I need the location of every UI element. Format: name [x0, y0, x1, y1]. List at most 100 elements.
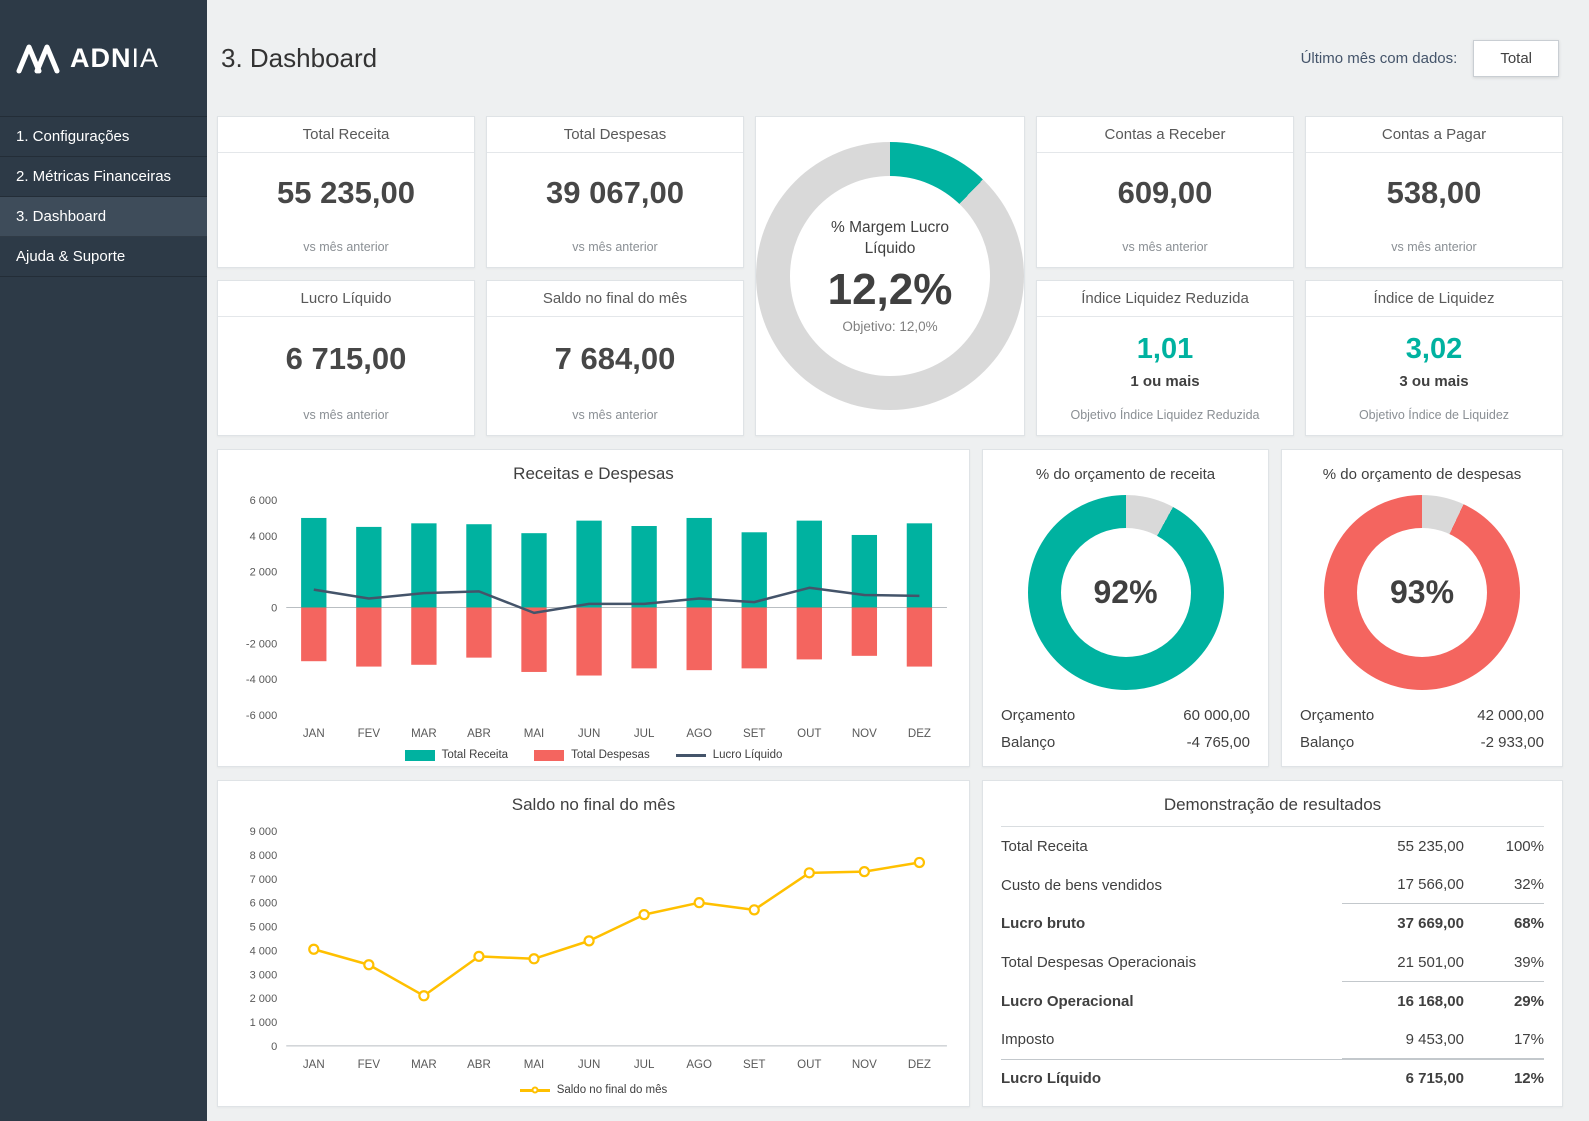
svg-text:NOV: NOV: [852, 728, 877, 740]
saldo_final_mes-svg: 9 0008 0007 0006 0005 0004 0003 0002 000…: [226, 819, 961, 1076]
svg-text:MAR: MAR: [411, 728, 437, 740]
svg-text:NOV: NOV: [852, 1059, 877, 1071]
gauge-objective: Objetivo: 12,0%: [842, 319, 937, 334]
svg-text:DEZ: DEZ: [908, 728, 931, 740]
svg-text:8 000: 8 000: [250, 850, 278, 862]
middle-row: Receitas e Despesas 6 0004 0002 0000-2 0…: [217, 449, 1563, 767]
income-row: Total Despesas Operacionais21 501,0039%: [1001, 944, 1544, 982]
income-row-label: Total Despesas Operacionais: [1001, 944, 1342, 982]
svg-text:DEZ: DEZ: [908, 1059, 931, 1071]
topbar: 3. Dashboard Último mês com dados: Total: [217, 0, 1563, 116]
kpi-card-contas-a-receber: Contas a Receber 609,00 vs mês anterior: [1036, 116, 1294, 268]
period-selector-button[interactable]: Total: [1473, 40, 1559, 77]
main-content: 3. Dashboard Último mês com dados: Total…: [207, 0, 1589, 1121]
legend-label: Total Despesas: [571, 749, 650, 761]
donut-row-balanco: Balanço -2 933,00: [1298, 729, 1546, 756]
svg-text:2 000: 2 000: [250, 567, 278, 579]
svg-text:-4 000: -4 000: [246, 674, 277, 686]
adnia-logo-text: ADNIA: [70, 43, 159, 74]
adnia-logo: ADNIA: [0, 0, 207, 116]
sidebar-item-ajuda-suporte[interactable]: Ajuda & Suporte: [0, 237, 207, 277]
receitas-despesas-chart: 6 0004 0002 0000-2 000-4 000-6 000JANFEV…: [226, 488, 961, 771]
donut-row-label: Orçamento: [1001, 707, 1075, 724]
logo-text-bold: ADN: [70, 43, 132, 73]
income-row-label: Lucro Líquido: [1001, 1060, 1342, 1097]
income-row: Custo de bens vendidos17 566,0032%: [1001, 866, 1544, 904]
kpi-subtitle: vs mês anterior: [1037, 232, 1293, 267]
income-statement-title: Demonstração de resultados: [1001, 783, 1544, 827]
sidebar-item-metricas-financeiras[interactable]: 2. Métricas Financeiras: [0, 157, 207, 197]
svg-text:ABR: ABR: [467, 728, 491, 740]
svg-text:ABR: ABR: [467, 1059, 491, 1071]
kpi-title: Total Despesas: [487, 117, 743, 153]
svg-text:1 000: 1 000: [250, 1017, 278, 1029]
donut-row-label: Balanço: [1001, 734, 1055, 751]
income-row: Lucro Líquido6 715,0012%: [1001, 1059, 1544, 1097]
svg-text:AGO: AGO: [686, 1059, 712, 1071]
kpi-card-total-despesas: Total Despesas 39 067,00 vs mês anterior: [486, 116, 744, 268]
income-row-label: Total Receita: [1001, 828, 1342, 866]
svg-text:JUN: JUN: [578, 728, 600, 740]
income-row-label: Imposto: [1001, 1021, 1342, 1059]
income-row-pct: 12%: [1464, 1060, 1544, 1097]
sidebar-item-configuracoes[interactable]: 1. Configurações: [0, 116, 207, 157]
page-title: 3. Dashboard: [221, 43, 377, 74]
svg-text:MAR: MAR: [411, 1059, 437, 1071]
income-row-label: Custo de bens vendidos: [1001, 866, 1342, 904]
kpi-subtitle: vs mês anterior: [218, 232, 474, 267]
svg-text:0: 0: [271, 1041, 277, 1053]
kpi-title: Índice Liquidez Reduzida: [1037, 281, 1293, 317]
kpi-subtitle: vs mês anterior: [218, 400, 474, 435]
sidebar-item-dashboard[interactable]: 3. Dashboard: [0, 197, 207, 237]
svg-text:6 000: 6 000: [250, 495, 278, 507]
kpi-target: 1 ou mais: [1037, 373, 1293, 390]
income-row-value: 6 715,00: [1342, 1060, 1464, 1097]
kpi-subtitle: vs mês anterior: [487, 232, 743, 267]
income-row-value: 16 168,00: [1342, 982, 1464, 1020]
donut-center-value: 93%: [1357, 528, 1487, 657]
svg-text:MAI: MAI: [524, 1059, 545, 1071]
svg-text:6 000: 6 000: [250, 898, 278, 910]
svg-text:-6 000: -6 000: [246, 710, 277, 722]
kpi-card-saldo-final-mes: Saldo no final do mês 7 684,00 vs mês an…: [486, 280, 744, 436]
kpi-value: 39 067,00: [487, 153, 743, 232]
legend-marker: [531, 1087, 538, 1094]
last-month-label: Último mês com dados:: [1301, 50, 1458, 67]
legend-item: Lucro Líquido: [676, 749, 783, 761]
income-row-label: Lucro Operacional: [1001, 982, 1342, 1020]
kpi-value: 3,02: [1306, 333, 1562, 366]
legend-swatch: [534, 750, 564, 761]
svg-text:JAN: JAN: [303, 1059, 325, 1071]
income-row-value: 21 501,00: [1342, 944, 1464, 982]
legend-label: Lucro Líquido: [713, 749, 783, 761]
donut-row-label: Balanço: [1300, 734, 1354, 751]
legend-swatch: [405, 750, 435, 761]
budget-receita-donut: 92%: [1028, 495, 1224, 690]
income-row-pct: 32%: [1464, 866, 1544, 904]
chart-title: Receitas e Despesas: [226, 454, 961, 488]
receitas-despesas-chart-card: Receitas e Despesas 6 0004 0002 0000-2 0…: [217, 449, 970, 767]
kpi-subtitle: Objetivo Índice Liquidez Reduzida: [1037, 400, 1293, 435]
income-row-pct: 100%: [1464, 828, 1544, 866]
legend-swatch: [676, 754, 706, 757]
legend-label: Total Receita: [442, 749, 508, 761]
kpi-card-lucro-liquido: Lucro Líquido 6 715,00 vs mês anterior: [217, 280, 475, 436]
budget-despesas-donut: 93%: [1324, 495, 1520, 690]
kpi-value: 55 235,00: [218, 153, 474, 232]
donut-row-balanco: Balanço -4 765,00: [999, 729, 1252, 756]
income-row-value: 37 669,00: [1342, 905, 1464, 943]
kpi-title: Contas a Pagar: [1306, 117, 1562, 153]
svg-text:9 000: 9 000: [250, 826, 278, 838]
svg-text:JUL: JUL: [634, 1059, 655, 1071]
svg-text:0: 0: [271, 603, 277, 615]
income-row-pct: 68%: [1464, 905, 1544, 943]
margin-gauge-center: % Margem Lucro Líquido 12,2% Objetivo: 1…: [790, 176, 990, 376]
margin-gauge-donut: % Margem Lucro Líquido 12,2% Objetivo: 1…: [756, 142, 1024, 410]
kpi-value: 1,01: [1037, 333, 1293, 366]
kpi-title: Total Receita: [218, 117, 474, 153]
kpi-subtitle: vs mês anterior: [487, 400, 743, 435]
saldo-chart: 9 0008 0007 0006 0005 0004 0003 0002 000…: [226, 819, 961, 1106]
kpi-target: 3 ou mais: [1306, 373, 1562, 390]
svg-text:SET: SET: [743, 1059, 765, 1071]
donut-center-value: 92%: [1061, 528, 1191, 657]
